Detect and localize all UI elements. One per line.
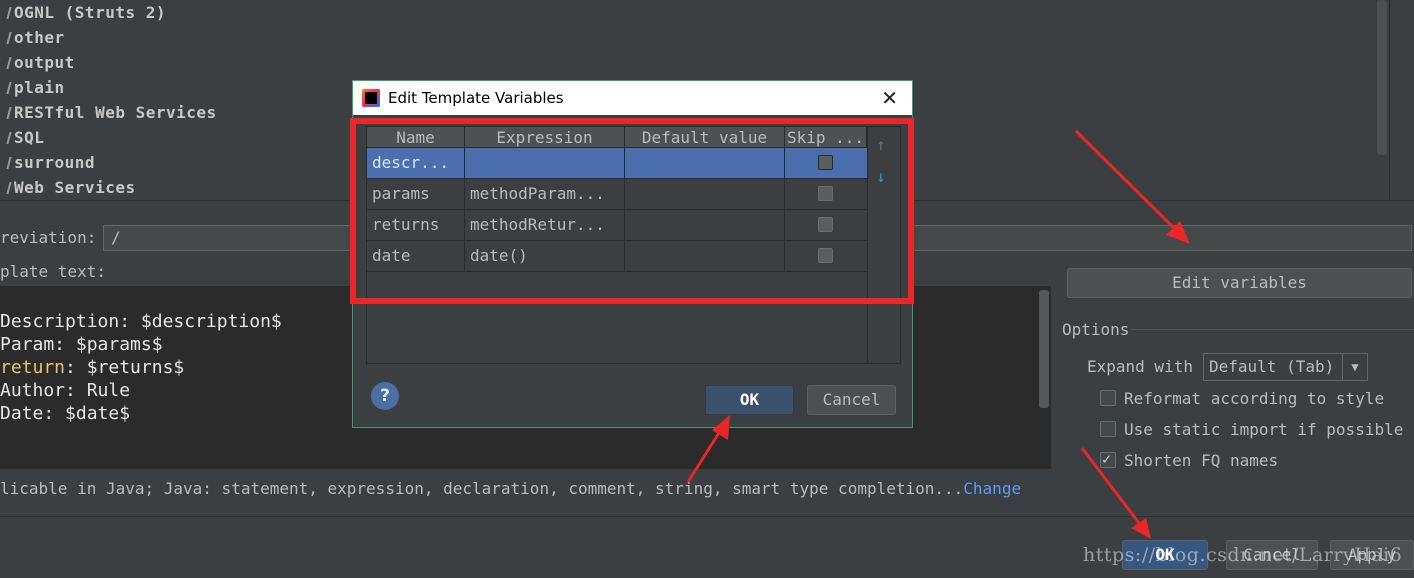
group-label: RESTful Web Services (14, 103, 217, 122)
checkbox-icon[interactable] (0, 132, 12, 144)
group-label: OGNL (Struts 2) (14, 3, 166, 22)
dropdown-arrow-icon[interactable]: ▼ (1342, 354, 1367, 380)
expand-with-select[interactable]: Default (Tab) ▼ (1203, 353, 1368, 381)
checkbox-icon[interactable] (0, 82, 12, 94)
annotation-highlight-frame (350, 118, 914, 304)
dialog-title-bar[interactable]: Edit Template Variables ✕ (353, 81, 912, 115)
group-list-scrollbar[interactable] (1377, 0, 1387, 155)
expand-with-label: Expand with (1087, 357, 1193, 376)
intellij-logo-icon (362, 89, 380, 107)
group-item-plain[interactable]: plain (0, 75, 65, 100)
applicable-contexts: licable in Java; Java: statement, expres… (0, 479, 1022, 498)
divider (1389, 0, 1390, 200)
expand-with-value: Default (Tab) (1209, 357, 1335, 376)
group-label: surround (14, 153, 96, 172)
editor-line: Param: $params$ (0, 334, 163, 355)
group-label: other (14, 28, 65, 47)
abbreviation-label: reviation: (0, 228, 97, 247)
static-import-option[interactable]: Use static import if possible (1100, 420, 1403, 440)
editor-scrollbar[interactable] (1039, 290, 1049, 408)
group-item-output[interactable]: output (0, 50, 75, 75)
divider (1131, 329, 1414, 330)
checkbox-icon[interactable] (0, 182, 12, 194)
group-item-other[interactable]: other (0, 25, 65, 50)
dialog-ok-button[interactable]: OK (705, 385, 794, 415)
template-text-label: plate text: (0, 262, 106, 281)
checkbox-icon[interactable] (0, 107, 12, 119)
help-button[interactable]: ? (371, 382, 399, 410)
group-item-surround[interactable]: surround (0, 150, 95, 175)
checkbox-icon[interactable] (0, 32, 12, 44)
shorten-fq-option[interactable]: Shorten FQ names (1100, 449, 1278, 471)
reformat-option[interactable]: Reformat according to style (1100, 389, 1384, 409)
dialog-cancel-button[interactable]: Cancel (807, 385, 896, 415)
editor-line: Description: $description$ (0, 311, 282, 332)
change-contexts-link[interactable]: Change (963, 479, 1021, 498)
checkbox[interactable] (1100, 421, 1116, 437)
editor-line: return: $returns$ (0, 357, 185, 378)
checkbox[interactable] (1100, 390, 1116, 406)
group-item-sql[interactable]: SQL (0, 125, 44, 150)
divider (0, 516, 1414, 517)
checkbox-icon[interactable] (0, 57, 12, 69)
group-item-web-services[interactable]: Web Services (0, 175, 136, 200)
checkbox-icon[interactable] (0, 7, 12, 19)
group-item-ognl[interactable]: OGNL (Struts 2) (0, 0, 166, 25)
options-title: Options (1062, 320, 1130, 339)
dialog-title: Edit Template Variables (388, 89, 564, 107)
editor-line: Author: Rule (0, 380, 131, 401)
group-label: SQL (14, 128, 45, 147)
checkbox[interactable] (1100, 449, 1116, 469)
edit-variables-button[interactable]: Edit variables (1067, 268, 1412, 298)
group-label: output (14, 53, 75, 72)
editor-line: Date: $date$ (0, 403, 131, 424)
close-icon[interactable]: ✕ (881, 83, 898, 113)
group-label: Web Services (14, 178, 136, 197)
group-item-restful[interactable]: RESTful Web Services (0, 100, 217, 125)
group-label: plain (14, 78, 65, 97)
checkbox-icon[interactable] (0, 157, 12, 169)
watermark: https://blog.csdn.net/LarryHai6 (1083, 544, 1403, 566)
